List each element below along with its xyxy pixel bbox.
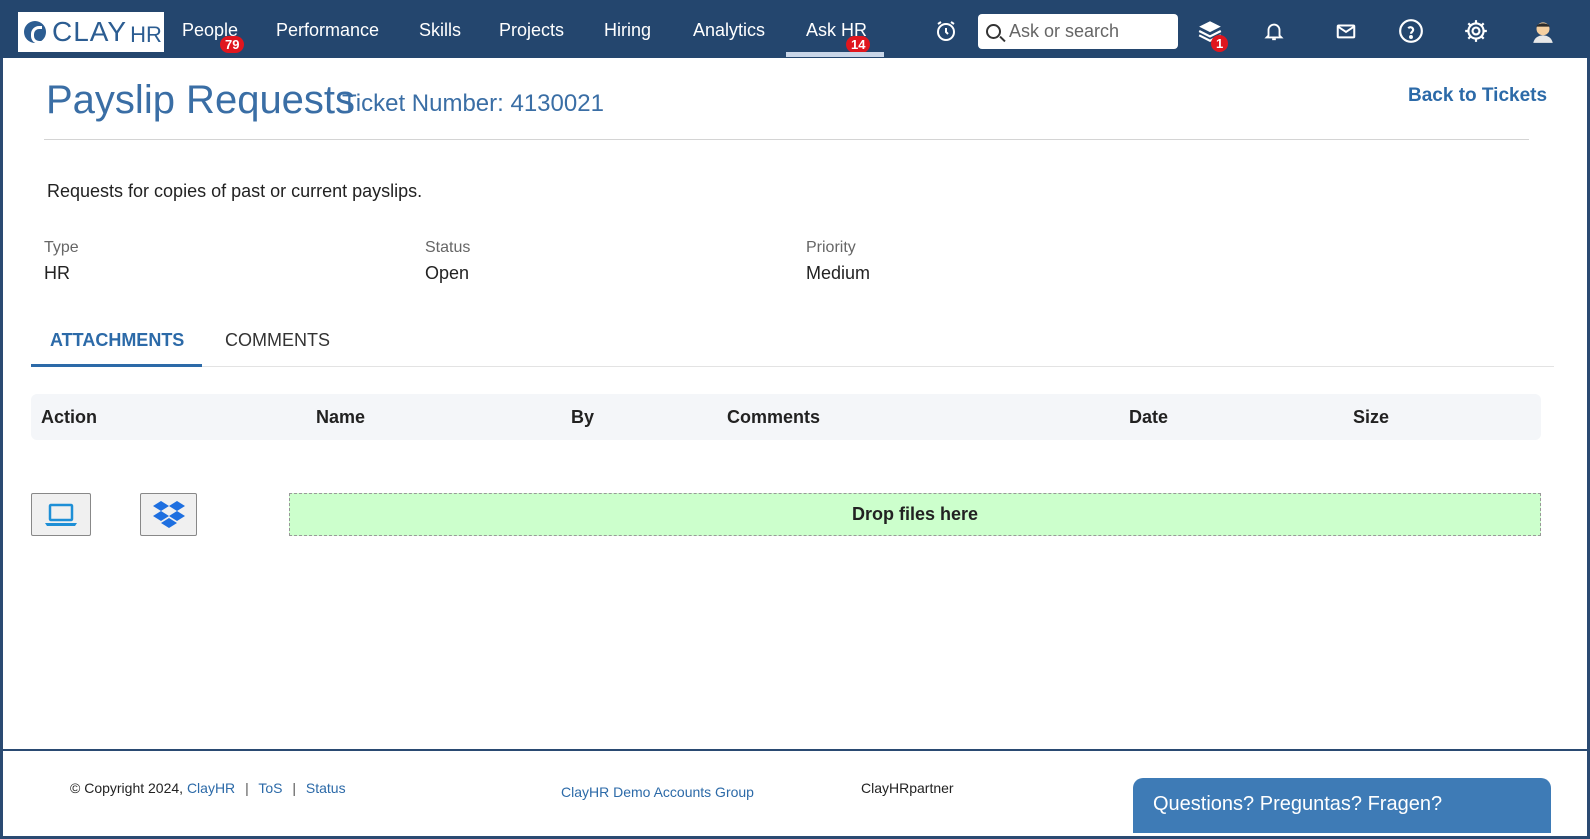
column-comments: Comments	[727, 407, 821, 427]
footer-divider	[3, 749, 1587, 751]
ticket-number: Ticket Number: 4130021	[342, 90, 604, 117]
header-divider	[44, 139, 1529, 140]
active-nav-indicator	[786, 52, 884, 57]
logo-suffix: HR	[130, 22, 162, 47]
search-box[interactable]	[978, 14, 1178, 49]
column-date: Date	[1129, 407, 1169, 427]
gear-icon[interactable]	[1463, 18, 1489, 44]
tab-attachments[interactable]: ATTACHMENTS	[50, 330, 184, 351]
footer-clayhr-link[interactable]: ClayHR	[187, 780, 235, 796]
bell-icon[interactable]	[1261, 18, 1287, 44]
type-value: HR	[44, 263, 70, 283]
tab-comments[interactable]: COMMENTS	[225, 330, 330, 351]
nav-askhr[interactable]: Ask HR 14	[806, 20, 871, 53]
askhr-badge: 14	[846, 36, 871, 53]
upload-from-dropbox-button[interactable]	[140, 493, 197, 536]
mail-icon[interactable]	[1333, 18, 1359, 44]
footer-tos-link[interactable]: ToS	[258, 780, 282, 796]
nav-analytics[interactable]: Analytics	[693, 20, 765, 41]
file-dropzone[interactable]: Drop files here	[289, 493, 1541, 536]
priority-value: Medium	[806, 263, 871, 283]
layers-badge: 1	[1211, 35, 1229, 52]
upload-from-computer-button[interactable]	[31, 493, 91, 536]
column-by: By	[571, 407, 595, 427]
ticket-description: Requests for copies of past or current p…	[47, 181, 423, 201]
type-label: Type	[44, 239, 79, 256]
layers-icon[interactable]: 1	[1197, 18, 1229, 52]
alarm-clock-icon[interactable]	[933, 18, 959, 44]
status-value: Open	[425, 263, 470, 283]
help-circle-icon[interactable]	[1398, 18, 1424, 44]
footer-group-link[interactable]: ClayHR Demo Accounts Group	[561, 784, 754, 800]
column-action: Action	[41, 407, 97, 427]
people-badge: 79	[220, 36, 245, 53]
nav-projects[interactable]: Projects	[499, 20, 564, 41]
laptop-icon	[45, 503, 77, 526]
active-tab-indicator	[31, 364, 202, 367]
column-size: Size	[1353, 407, 1390, 427]
clayhr-logo[interactable]: CLAY HR	[18, 12, 164, 52]
top-navbar: CLAY HR People 79 Performance Skills Pro…	[0, 0, 1590, 58]
status-label: Status	[425, 239, 471, 256]
copyright-text: © Copyright 2024,	[70, 780, 184, 796]
footer-copyright-block: © Copyright 2024, ClayHR | ToS | Status	[70, 780, 346, 796]
footer-separator: |	[245, 780, 249, 796]
column-name: Name	[316, 407, 366, 427]
priority-label: Priority	[806, 239, 856, 256]
search-input[interactable]	[1009, 21, 1169, 42]
user-avatar-icon[interactable]	[1530, 18, 1556, 44]
tabs-divider	[31, 366, 1554, 367]
nav-hiring[interactable]: Hiring	[604, 20, 651, 41]
nav-skills[interactable]: Skills	[419, 20, 461, 41]
footer-separator: |	[292, 780, 296, 796]
logo-text: CLAY	[52, 16, 128, 47]
nav-performance[interactable]: Performance	[276, 20, 379, 41]
nav-people[interactable]: People 79	[182, 20, 245, 53]
search-icon	[986, 24, 1001, 39]
page-title: Payslip Requests	[46, 78, 356, 122]
footer-partner: ClayHRpartner	[861, 780, 954, 796]
back-to-tickets-link[interactable]: Back to Tickets	[1408, 85, 1547, 107]
dropbox-icon	[152, 500, 185, 528]
clayhr-logo-mark-icon	[24, 21, 46, 44]
help-chat-button[interactable]: Questions? Preguntas? Fragen?	[1133, 778, 1551, 833]
footer-status-link[interactable]: Status	[306, 780, 346, 796]
